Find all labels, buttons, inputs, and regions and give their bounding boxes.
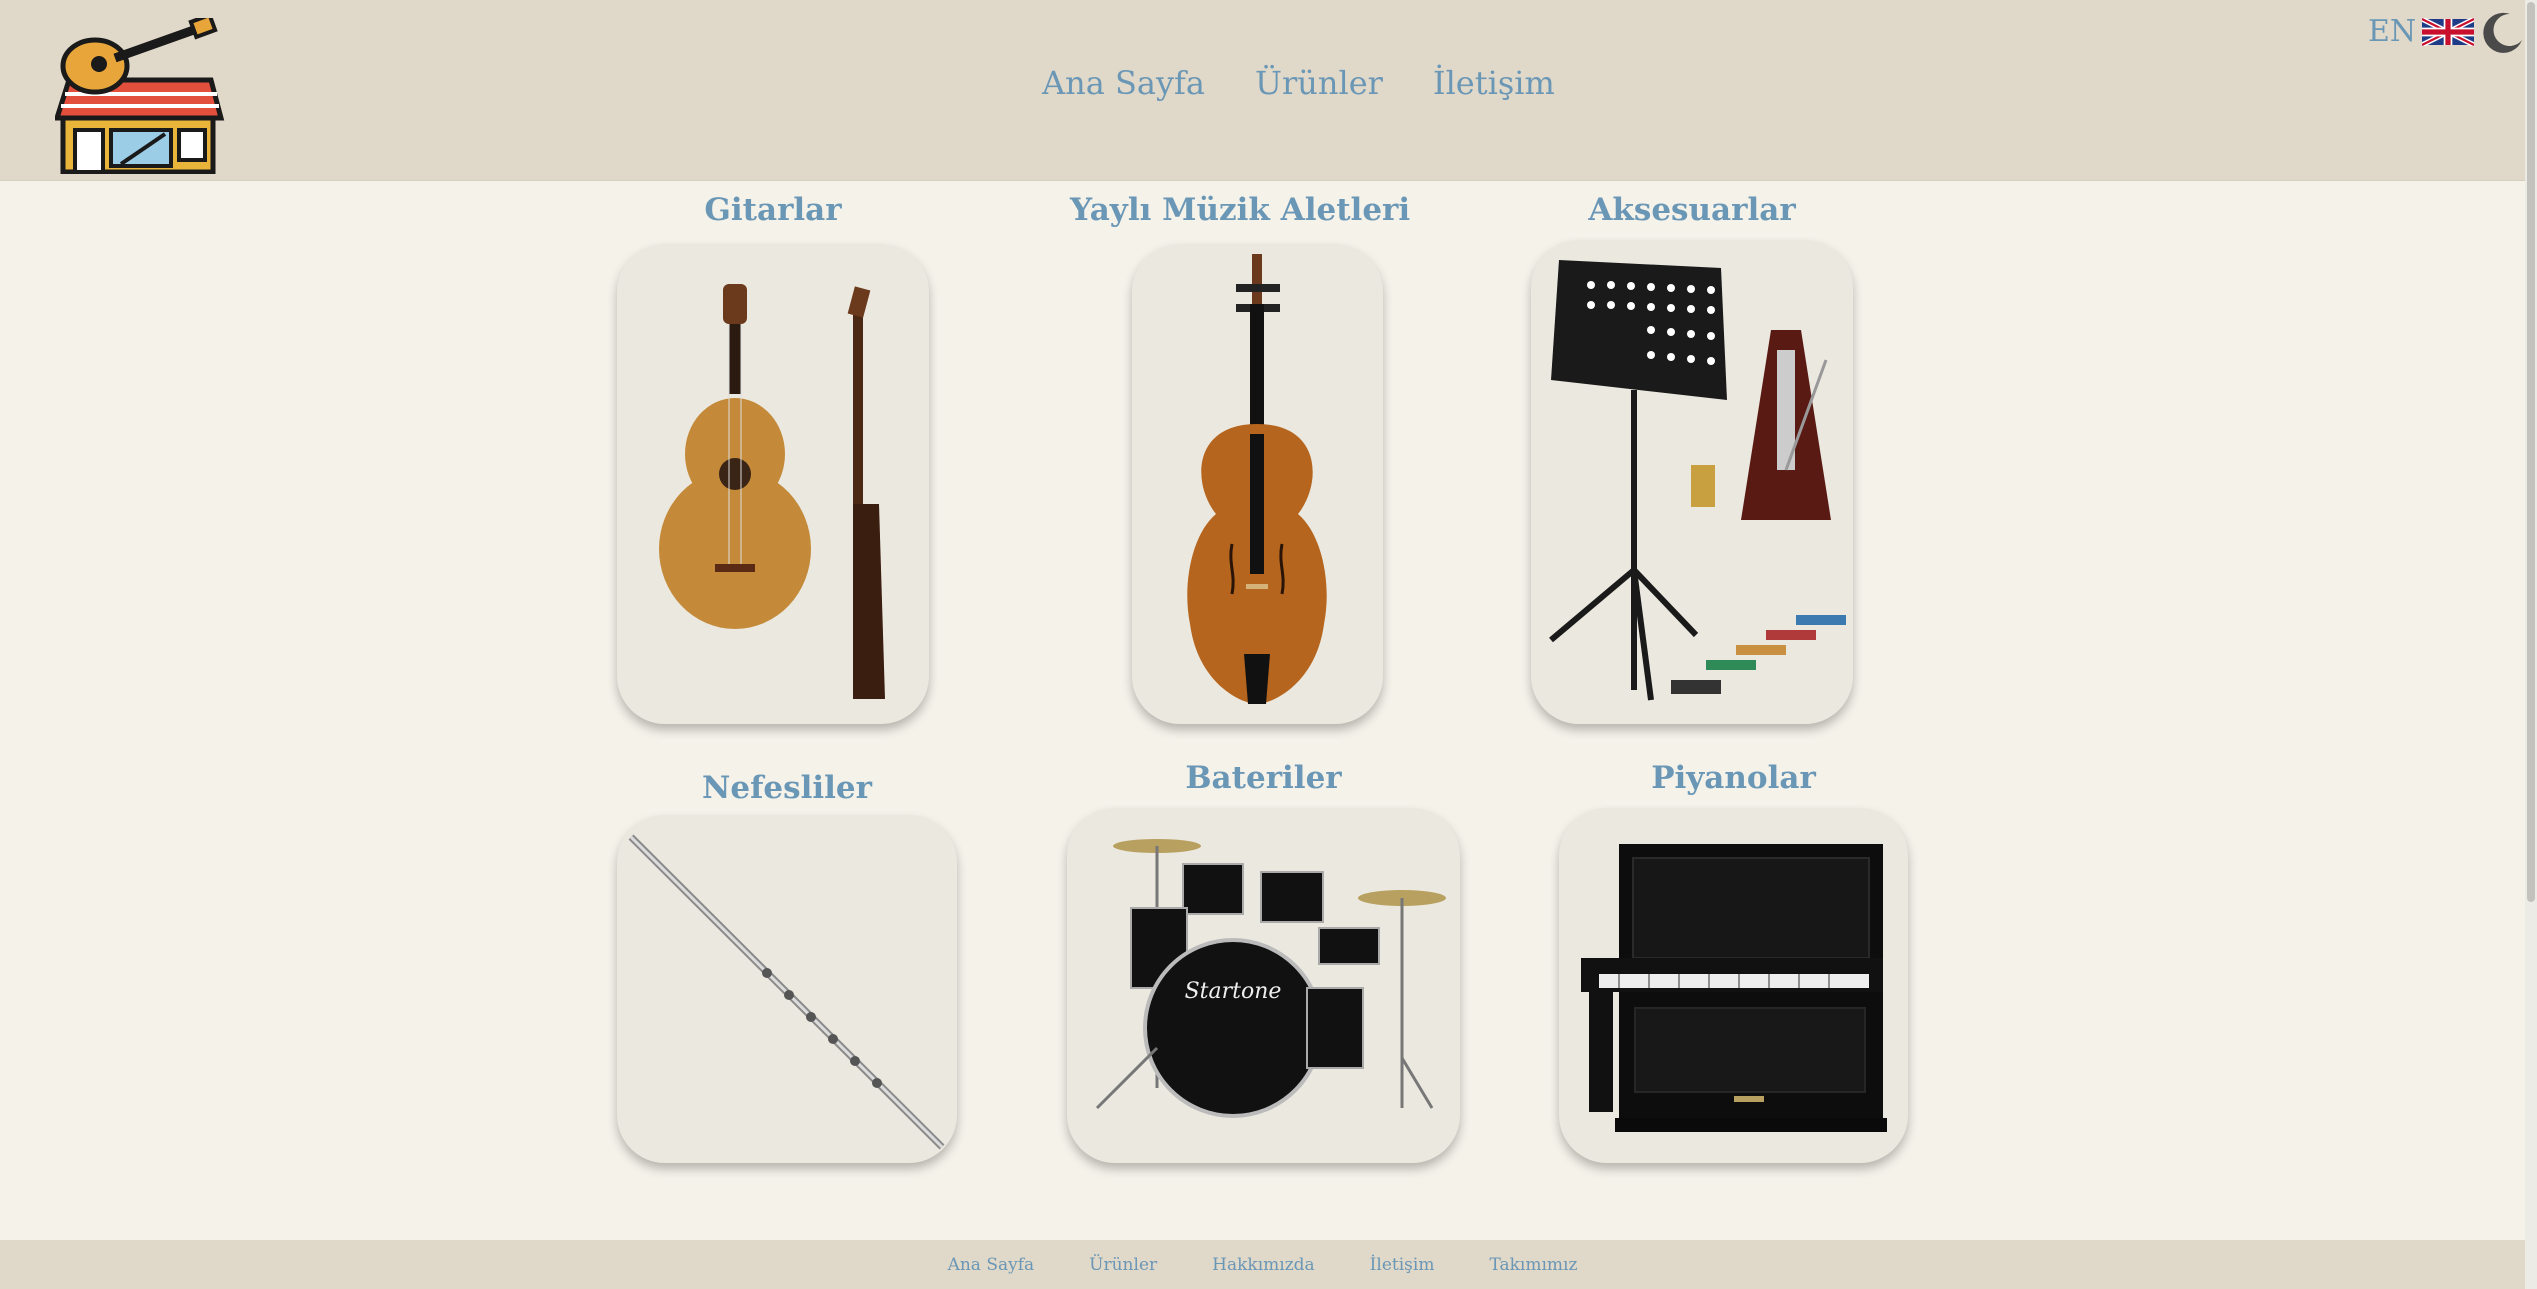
category-card-nefesliler[interactable] <box>617 815 957 1163</box>
scrollbar-thumb[interactable] <box>2527 2 2535 902</box>
scrollbar[interactable] <box>2525 0 2537 1289</box>
accessories-image <box>1549 260 1846 701</box>
category-nefesliler[interactable]: Nefesliler <box>617 770 957 806</box>
footer-link-ana-sayfa[interactable]: Ana Sayfa <box>948 1255 1035 1275</box>
language-code: EN <box>2368 14 2417 49</box>
category-title: Yaylı Müzik Aletleri <box>1070 192 1411 228</box>
site-header: Ana Sayfa Ürünler İletişim EN <box>0 0 2525 181</box>
footer-link-takimimiz[interactable]: Takımımız <box>1489 1255 1577 1275</box>
uk-flag-icon <box>2422 17 2475 46</box>
violin-image <box>1187 254 1327 704</box>
category-title: Nefesliler <box>702 770 872 806</box>
category-card-aksesuarlar[interactable] <box>1531 240 1853 724</box>
shop-logo[interactable] <box>55 18 225 174</box>
language-switcher[interactable]: EN <box>2368 14 2475 49</box>
category-yayli[interactable]: Yaylı Müzik Aletleri <box>1070 192 1411 228</box>
category-aksesuarlar[interactable]: Aksesuarlar <box>1531 192 1853 228</box>
main-nav: Ana Sayfa Ürünler İletişim <box>1042 64 1555 102</box>
drum-brand-text: Startone <box>1185 979 1282 1004</box>
category-title: Aksesuarlar <box>1588 192 1796 228</box>
category-bateriler[interactable]: Bateriler <box>1067 760 1460 796</box>
guitar-image <box>659 284 885 699</box>
moon-icon[interactable] <box>2480 10 2524 54</box>
footer-link-iletisim[interactable]: İletişim <box>1370 1255 1435 1275</box>
nav-ana-sayfa[interactable]: Ana Sayfa <box>1042 64 1205 102</box>
footer-link-urunler[interactable]: Ürünler <box>1089 1255 1157 1275</box>
category-title: Gitarlar <box>704 192 842 228</box>
category-gitarlar[interactable]: Gitarlar <box>617 192 929 228</box>
category-card-piyanolar[interactable] <box>1559 808 1908 1163</box>
site-footer: Ana Sayfa Ürünler Hakkımızda İletişim Ta… <box>0 1240 2525 1289</box>
category-title: Bateriler <box>1185 760 1342 796</box>
category-card-gitarlar[interactable] <box>617 244 929 724</box>
nav-iletisim[interactable]: İletişim <box>1433 64 1555 102</box>
nav-urunler[interactable]: Ürünler <box>1255 64 1383 102</box>
drum-kit-image: Startone <box>1095 839 1446 1118</box>
category-card-bateriler[interactable]: Startone <box>1067 808 1460 1163</box>
piano-image <box>1581 844 1887 1132</box>
category-piyanolar[interactable]: Piyanolar <box>1559 760 1908 796</box>
category-card-yayli[interactable] <box>1132 244 1383 724</box>
category-title: Piyanolar <box>1651 760 1816 796</box>
footer-link-hakkimizda[interactable]: Hakkımızda <box>1212 1255 1315 1275</box>
flute-image <box>628 834 945 1150</box>
